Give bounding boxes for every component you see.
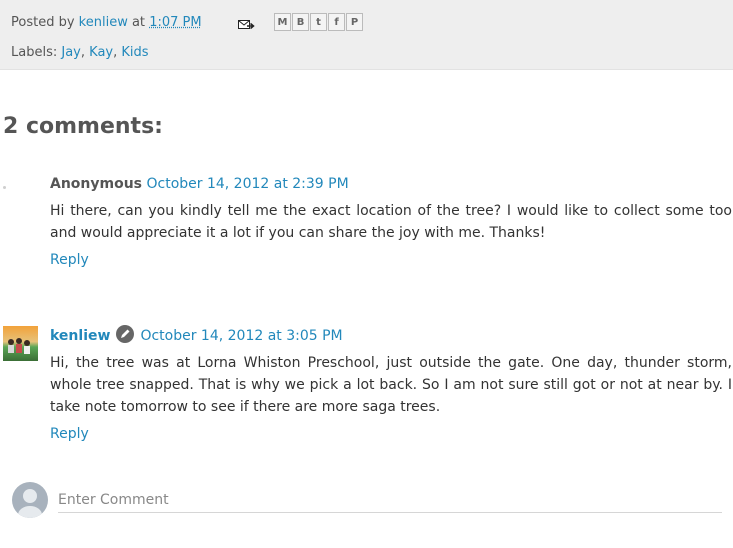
pinterest-share-icon[interactable]: P: [346, 13, 363, 31]
share-buttons: M B t f P: [274, 13, 364, 33]
facebook-share-icon[interactable]: f: [328, 13, 345, 31]
comment-2: kenliew October 14, 2012 at 3:05 PM Hi, t…: [50, 325, 732, 442]
post-footer: Posted by kenliew at 1:07 PM M B t f P L…: [0, 0, 733, 70]
posted-by-prefix: Posted by: [11, 15, 75, 30]
new-comment-box: [12, 482, 724, 518]
post-byline: Posted by kenliew at 1:07 PM: [11, 15, 202, 30]
post-labels: Labels: Jay, Kay, Kids: [11, 45, 149, 60]
post-timestamp-link[interactable]: 1:07 PM: [149, 15, 201, 30]
comment-1: Anonymous October 14, 2012 at 2:39 PM Hi…: [50, 176, 732, 268]
label-link-jay[interactable]: Jay: [61, 45, 81, 60]
email-this-icon[interactable]: M: [274, 13, 291, 31]
comment-header: Anonymous October 14, 2012 at 2:39 PM: [50, 176, 732, 192]
reply-link[interactable]: Reply: [50, 252, 89, 268]
user-avatar-icon: [12, 482, 48, 518]
comment-timestamp-link[interactable]: October 14, 2012 at 3:05 PM: [140, 328, 342, 344]
comment-header: kenliew October 14, 2012 at 3:05 PM: [50, 325, 732, 344]
post-author-link[interactable]: kenliew: [79, 15, 128, 30]
twitter-share-icon[interactable]: t: [310, 13, 327, 31]
at-word: at: [131, 15, 146, 30]
labels-prefix: Labels:: [11, 45, 58, 60]
comment-author-link[interactable]: kenliew: [50, 328, 110, 344]
kenliew-avatar[interactable]: [3, 326, 38, 361]
label-link-kay[interactable]: Kay: [89, 45, 113, 60]
anonymous-avatar: [3, 186, 6, 189]
comments-heading: 2 comments:: [3, 114, 163, 139]
blogthis-icon[interactable]: B: [292, 13, 309, 31]
email-post-icon[interactable]: [238, 16, 255, 30]
blog-author-pencil-icon: [116, 325, 135, 343]
comment-body: Hi there, can you kindly tell me the exa…: [50, 203, 732, 241]
label-link-kids[interactable]: Kids: [121, 45, 148, 60]
enter-comment-input[interactable]: [58, 488, 722, 513]
comment-timestamp-link[interactable]: October 14, 2012 at 2:39 PM: [146, 176, 348, 192]
reply-link[interactable]: Reply: [50, 426, 89, 442]
comment-author: Anonymous: [50, 176, 143, 192]
comment-body: Hi, the tree was at Lorna Whiston Presch…: [50, 355, 732, 415]
